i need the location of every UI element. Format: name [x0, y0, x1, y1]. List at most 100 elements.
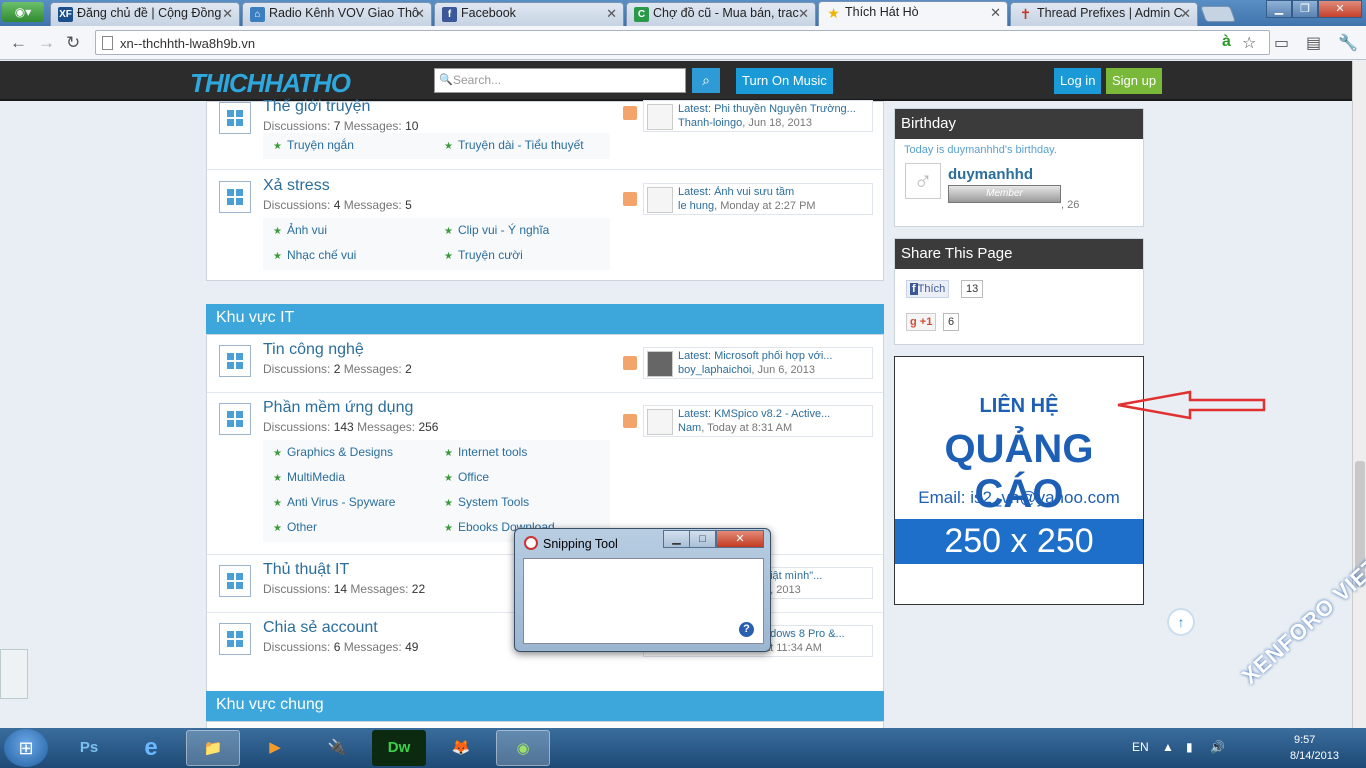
forum-title[interactable]: Phần mềm ứng dụng [263, 399, 413, 417]
search-input[interactable]: 🔍 Search... [434, 68, 686, 93]
forum-title[interactable]: Thủ thuật IT [263, 561, 349, 579]
avatar[interactable] [647, 409, 673, 435]
subforum-link[interactable]: Anti Virus - Spyware [273, 495, 396, 509]
coccoc-browser-icon[interactable]: ◉ [496, 730, 550, 766]
login-button[interactable]: Log in [1054, 68, 1102, 94]
tab-close-icon[interactable]: ✕ [1180, 6, 1191, 22]
tab-close-icon[interactable]: ✕ [414, 6, 425, 22]
category-header-chung[interactable]: Khu vực chung [206, 691, 884, 721]
scroll-to-top-icon[interactable]: ↑ [1167, 608, 1195, 636]
bookmark-star-icon[interactable]: ☆ [1242, 33, 1256, 53]
forum-title[interactable]: Chia sẻ account [263, 619, 378, 637]
clock-time[interactable]: 9:57 [1294, 734, 1315, 746]
rss-icon[interactable] [623, 356, 637, 370]
forum-title[interactable]: Xả stress [263, 177, 330, 195]
latest-post-meta: boy_laphaichoi, Jun 6, 2013 [678, 364, 815, 376]
address-bar[interactable]: xn--thchhth-lwa8h9b.vn [95, 30, 1270, 55]
page-scrollbar[interactable] [1352, 61, 1366, 728]
ad-line-1: LIÊN HỆ [979, 395, 1059, 417]
file-explorer-icon[interactable]: 📁 [186, 730, 240, 766]
network-tool-icon[interactable]: 🔌 [310, 730, 364, 766]
tab-close-icon[interactable]: ✕ [990, 5, 1001, 21]
maximize-button[interactable]: ❐ [1292, 0, 1318, 18]
subforum-link[interactable]: Truyện dài - Tiểu thuyết [444, 138, 584, 152]
help-icon[interactable]: ? [739, 622, 754, 637]
tab-2[interactable]: f Facebook ✕ [434, 2, 624, 26]
tab-close-icon[interactable]: ✕ [222, 6, 233, 22]
rss-icon[interactable] [623, 414, 637, 428]
start-button[interactable]: ⊞ [4, 729, 48, 767]
media-player-icon[interactable]: ▶ [248, 730, 302, 766]
category-header-it[interactable]: Khu vực IT [206, 304, 884, 334]
extension-badge-icon[interactable]: ▤ [1306, 33, 1321, 53]
extension-icon[interactable]: ▭ [1274, 33, 1289, 53]
subforum-link[interactable]: Ảnh vui [273, 223, 327, 237]
search-button[interactable]: ⌕ [692, 68, 720, 93]
scrollbar-thumb[interactable] [1355, 461, 1365, 587]
forum-title[interactable]: Thế giới truyện [263, 98, 370, 116]
subforum-link[interactable]: Nhạc chế vui [273, 248, 356, 262]
subforum-link[interactable]: Graphics & Designs [273, 445, 393, 459]
new-tab-button[interactable] [1200, 6, 1236, 22]
latest-post-title[interactable]: Latest: Phi thuyền Nguyễn Trường... [678, 103, 868, 115]
google-plus-button[interactable]: g +1 [906, 313, 937, 331]
subforum-link[interactable]: Office [444, 470, 489, 484]
tab-3[interactable]: C Chợ đồ cũ - Mua bán, trac ✕ [626, 2, 816, 26]
male-avatar-icon[interactable]: ♂ [905, 163, 941, 199]
snip-minimize-button[interactable]: ▁ [663, 530, 690, 548]
forum-title[interactable]: Tin công nghệ [263, 341, 364, 359]
device-tray-icon[interactable]: ▮ [1186, 740, 1193, 754]
subforum-link[interactable]: Other [273, 520, 317, 534]
tab-1[interactable]: ⌂ Radio Kênh VOV Giao Thô ✕ [242, 2, 432, 26]
dreamweaver-icon[interactable]: Dw [372, 730, 426, 766]
language-indicator[interactable]: EN [1132, 740, 1149, 754]
birthday-username[interactable]: duymanhhd [948, 166, 1033, 183]
tab-0[interactable]: XF Đăng chủ đề | Cộng Đồng ✕ [50, 2, 240, 26]
tab-4-active[interactable]: ★ Thích Hát Hò ✕ [818, 1, 1008, 26]
firefox-icon[interactable]: 🦊 [434, 730, 488, 766]
latest-post-title[interactable]: ndows 8 Pro &... [764, 628, 954, 640]
subforum-link[interactable]: Truyện cười [444, 248, 523, 262]
reload-icon[interactable]: ↻ [66, 33, 80, 53]
tray-expand-icon[interactable]: ▲ [1162, 740, 1174, 754]
subforum-link[interactable]: System Tools [444, 495, 529, 509]
avatar[interactable] [647, 187, 673, 213]
ad-size: 250 x 250 [895, 519, 1143, 564]
rss-icon[interactable] [623, 106, 637, 120]
avatar[interactable] [647, 104, 673, 130]
side-feedback-tab[interactable] [0, 649, 28, 699]
advertisement-banner[interactable]: LIÊN HỆ QUẢNG CÁO Email: is2_vn@yahoo.co… [894, 356, 1144, 605]
latest-post-title[interactable]: Latest: Microsoft phối hợp với... [678, 350, 868, 362]
latest-post-title[interactable]: Latest: Ảnh vui sưu tầm [678, 186, 868, 198]
latest-post-title[interactable]: Latest: KMSpico v8.2 - Active... [678, 408, 868, 420]
tab-favicon-icon: ✝ [1019, 6, 1032, 22]
tab-close-icon[interactable]: ✕ [606, 6, 617, 22]
back-icon[interactable]: ← [10, 33, 27, 53]
avatar[interactable] [647, 351, 673, 377]
signup-button[interactable]: Sign up [1106, 68, 1163, 94]
subforum-link[interactable]: Internet tools [444, 445, 527, 459]
forward-icon[interactable]: → [38, 33, 55, 53]
tab-5[interactable]: ✝ Thread Prefixes | Admin C ✕ [1010, 2, 1198, 26]
browser-menu-button[interactable]: ◉▾ [2, 2, 44, 22]
subforum-link[interactable]: Truyện ngắn [273, 138, 354, 152]
turn-on-music-button[interactable]: Turn On Music [736, 68, 833, 94]
snip-close-button[interactable]: ✕ [716, 530, 764, 548]
subforum-link[interactable]: Clip vui - Ý nghĩa [444, 223, 549, 237]
snipping-tool-window[interactable]: Snipping Tool ▁ □ ✕ ? [514, 528, 771, 652]
rss-icon[interactable] [623, 192, 637, 206]
clock-date[interactable]: 8/14/2013 [1290, 750, 1339, 762]
internet-explorer-icon[interactable]: e [124, 730, 178, 766]
subforum-link[interactable]: MultiMedia [273, 470, 345, 484]
minimize-button[interactable]: ▁ [1266, 0, 1292, 18]
close-window-button[interactable]: ✕ [1318, 0, 1362, 18]
facebook-like-button[interactable]: f Thích [906, 280, 950, 298]
tab-close-icon[interactable]: ✕ [798, 6, 809, 22]
snip-maximize-button[interactable]: □ [689, 530, 716, 548]
browser-toolbar: ← → ↻ xn--thchhth-lwa8h9b.vn à ☆ ▭ ▤ 🔧 [0, 26, 1366, 60]
volume-icon[interactable]: 🔊 [1210, 740, 1225, 754]
photoshop-icon[interactable]: Ps [62, 730, 116, 766]
wrench-menu-icon[interactable]: 🔧 [1338, 33, 1358, 53]
subforum-list: Ảnh vui Clip vui - Ý nghĩa Nhạc chế vui … [263, 218, 610, 270]
translate-icon[interactable]: à [1222, 33, 1231, 51]
